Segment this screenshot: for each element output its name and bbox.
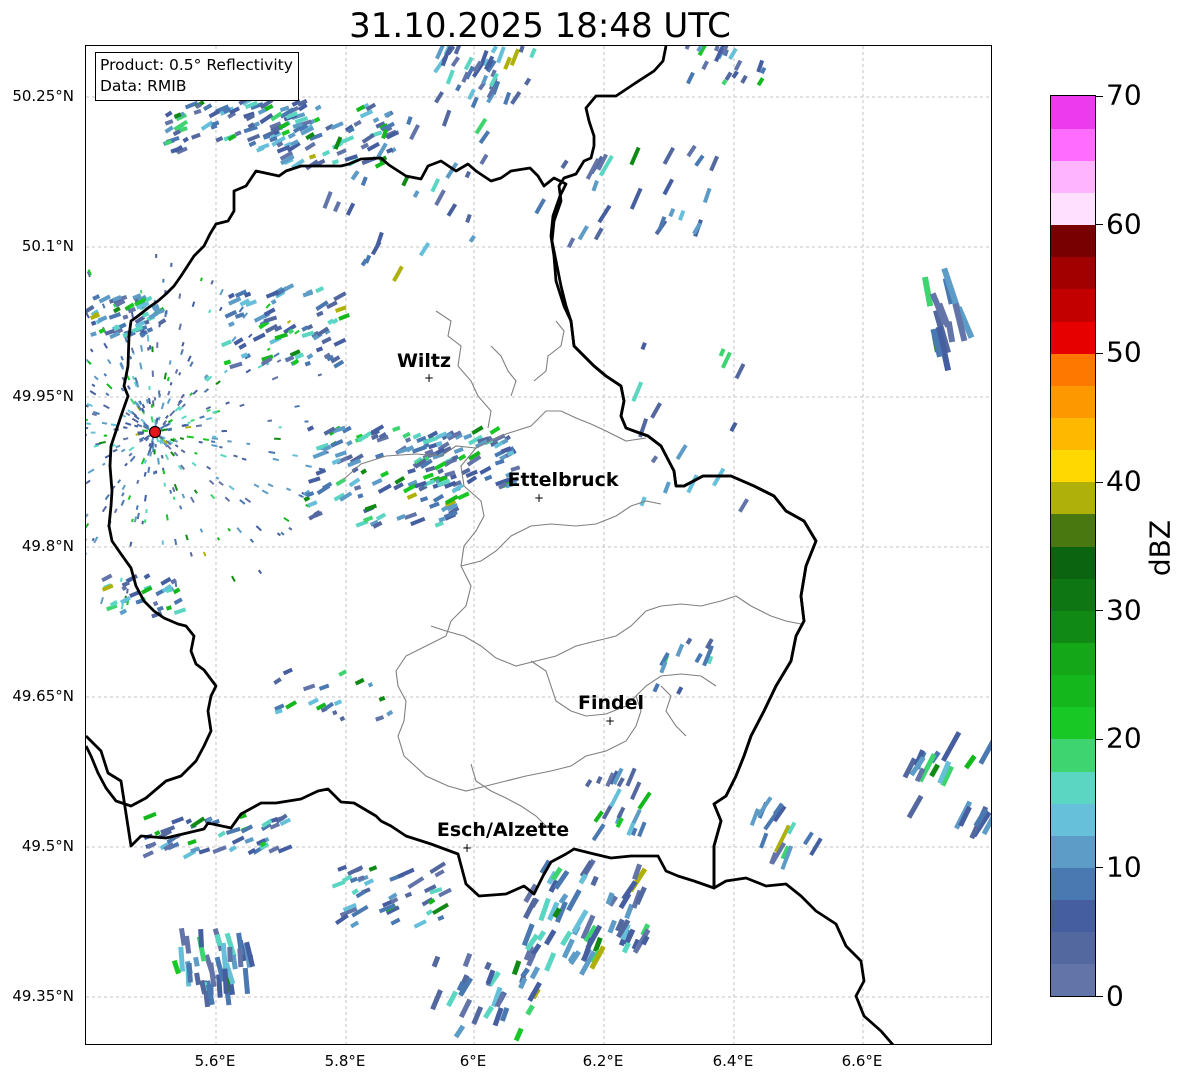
colorbar-segment: [1051, 738, 1095, 772]
colorbar-segment: [1051, 674, 1095, 708]
colorbar-segment: [1051, 385, 1095, 419]
city-marker-icon: +: [604, 714, 616, 728]
country-borders: [86, 46, 895, 1044]
reflectivity-echoes: [86, 46, 991, 1042]
colorbar-segment: [1051, 578, 1095, 611]
radar-site-marker: [148, 425, 162, 439]
colorbar-segment: [1051, 513, 1095, 547]
map-title: 31.10.2025 18:48 UTC: [349, 6, 731, 46]
lat-label: 49.95°N: [12, 387, 74, 405]
canton-boundaries: [343, 310, 802, 827]
colorbar-tick: [1096, 996, 1103, 997]
lon-label: 5.6°E: [194, 1052, 236, 1070]
colorbar-tick-label: 0: [1106, 979, 1124, 1013]
lat-label: 50.25°N: [12, 87, 74, 105]
colorbar-tick-label: 40: [1106, 464, 1142, 498]
colorbar-segment: [1051, 256, 1095, 290]
city-marker-icon: +: [461, 841, 473, 855]
city-label-findel: Findel: [577, 692, 645, 714]
colorbar-tick-label: 10: [1106, 850, 1142, 884]
lat-label: 49.65°N: [12, 687, 74, 705]
colorbar-segment: [1051, 867, 1095, 901]
city-marker-icon: +: [533, 491, 545, 505]
lat-label: 49.5°N: [21, 837, 74, 855]
colorbar-tick: [1096, 867, 1103, 869]
colorbar-tick-label: 20: [1106, 721, 1142, 755]
colorbar-segment: [1051, 449, 1095, 483]
colorbar-segment: [1051, 931, 1095, 965]
lat-label: 50.1°N: [21, 237, 74, 255]
colorbar-segment: [1051, 481, 1095, 515]
colorbar-segment: [1051, 417, 1095, 451]
colorbar-tick-label: 60: [1106, 207, 1142, 241]
lon-label: 6.4°E: [712, 1052, 754, 1070]
lat-lon-grid: [86, 46, 991, 1044]
colorbar-segment: [1051, 224, 1095, 258]
colorbar-segment: [1051, 96, 1095, 129]
colorbar-segment: [1051, 610, 1095, 644]
lon-label: 6.6°E: [841, 1052, 883, 1070]
colorbar-tick: [1096, 95, 1103, 97]
colorbar-segment: [1051, 771, 1095, 804]
city-marker-icon: +: [423, 371, 435, 385]
colorbar-segment: [1051, 288, 1095, 322]
lon-label: 5.8°E: [324, 1052, 366, 1070]
colorbar-segment: [1051, 899, 1095, 933]
lat-label: 49.35°N: [12, 987, 74, 1005]
lat-label: 49.8°N: [21, 537, 74, 555]
lon-label: 6°E: [459, 1052, 487, 1070]
colorbar-segment: [1051, 963, 1095, 996]
lon-label: 6.2°E: [582, 1052, 624, 1070]
colorbar-segment: [1051, 321, 1095, 354]
dbz-colorbar: [1050, 95, 1096, 997]
colorbar-unit-label: dBZ: [1143, 519, 1177, 577]
colorbar-segment: [1051, 642, 1095, 676]
colorbar-tick: [1096, 610, 1103, 612]
city-label-ettelbruck: Ettelbruck: [507, 469, 619, 491]
colorbar-tick-label: 30: [1106, 593, 1142, 627]
radar-map-canvas: [86, 46, 991, 1044]
colorbar-segment: [1051, 706, 1095, 740]
colorbar-segment: [1051, 353, 1095, 386]
city-label-esch-alzette: Esch/Alzette: [436, 819, 570, 841]
colorbar-tick: [1096, 481, 1103, 483]
product-label: Product: 0.5° Reflectivity: [100, 56, 293, 74]
colorbar-segment: [1051, 803, 1095, 836]
colorbar-segment: [1051, 160, 1095, 194]
colorbar-tick: [1096, 738, 1103, 740]
colorbar-segment: [1051, 546, 1095, 579]
colorbar-tick: [1096, 224, 1103, 226]
colorbar-tick-label: 50: [1106, 335, 1142, 369]
colorbar-tick-label: 70: [1106, 78, 1142, 112]
city-label-wiltz: Wiltz: [396, 350, 452, 372]
colorbar-segment: [1051, 128, 1095, 161]
colorbar-segment: [1051, 835, 1095, 869]
colorbar-segment: [1051, 192, 1095, 226]
data-source-label: Data: RMIB: [100, 77, 187, 95]
radar-map: [85, 45, 992, 1045]
product-info-box: Product: 0.5° Reflectivity Data: RMIB: [95, 52, 299, 101]
colorbar-tick: [1096, 353, 1103, 354]
